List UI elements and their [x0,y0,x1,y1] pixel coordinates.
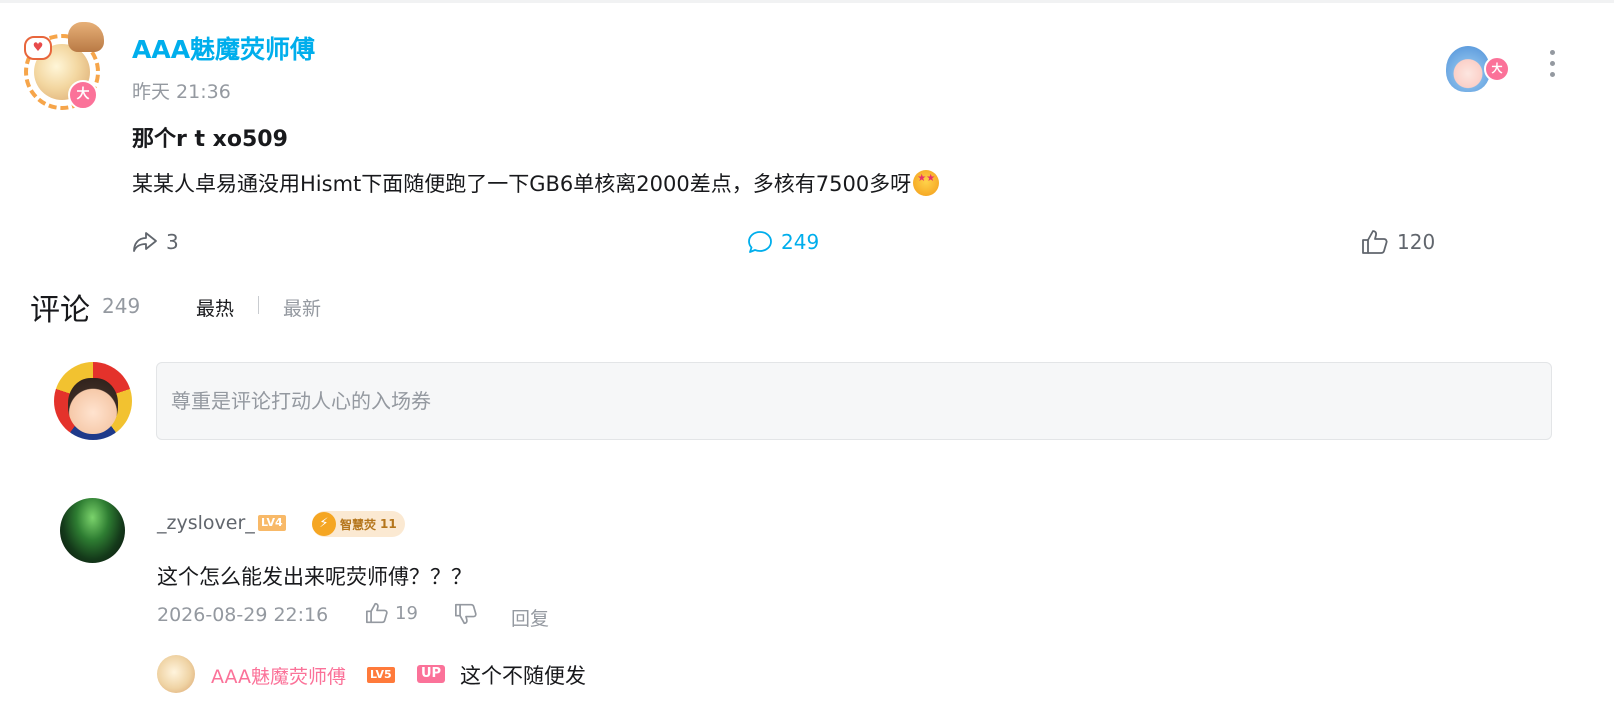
star-eyes-emoji-icon [913,170,940,196]
sort-hot-tab[interactable]: 最热 [196,294,234,321]
heart-icon: ♥ [24,36,52,60]
post-body-text: 某某人卓易通没用Hismt下面随便跑了一下GB6单核离2000差点，多核有750… [132,172,912,196]
reply-button[interactable]: 回复 [511,604,549,631]
sort-new-tab[interactable]: 最新 [283,294,321,321]
vip-badge: 大 [68,80,98,110]
thumbs-up-icon [365,602,388,624]
fan-decoration[interactable]: 大 [1436,40,1510,96]
post-title: 那个r t xo509 [132,127,288,152]
avatar-pendant-decoration [68,22,104,52]
medal-name: 智慧荧 [340,517,377,532]
like-count: 120 [1397,230,1436,254]
thumbs-down-icon [454,603,477,625]
comment-input[interactable] [156,362,1552,440]
comment-count: 249 [781,230,820,254]
comment-dislike-button[interactable] [454,603,478,629]
comments-count: 249 [102,294,141,318]
reply-text: 这个不随便发 [460,664,586,688]
comment-time: 2026-08-29 22:16 [157,604,329,626]
comment-text: 这个怎么能发出来呢荧师傅？？？ [157,565,472,589]
post-time: 昨天 21:36 [132,81,231,103]
comment-button[interactable]: 249 [747,228,819,256]
reply-author-avatar[interactable] [157,655,195,693]
fan-medal[interactable]: ⚡ 智慧荧 11 [312,511,405,537]
level-badge: LV4 [258,515,286,531]
decoration-vip-badge: 大 [1484,56,1510,82]
commenter-avatar[interactable] [60,498,125,563]
like-button[interactable]: 120 [1361,228,1435,256]
comment-icon [748,231,772,253]
lightning-icon: ⚡ [312,512,336,536]
more-options-icon[interactable] [1546,50,1558,80]
up-badge: UP [417,665,446,683]
comments-title: 评论 [30,293,90,328]
share-count: 3 [166,230,179,254]
post-body: 某某人卓易通没用Hismt下面随便跑了一下GB6单核离2000差点，多核有750… [132,168,940,198]
comment-like-count: 19 [395,602,418,624]
author-avatar[interactable]: ♥ 大 [20,20,104,110]
thumbs-up-icon [1362,230,1388,254]
current-user-avatar-face [68,378,118,434]
reply-level-badge: LV5 [367,667,395,683]
comment-like-button[interactable]: 19 [365,602,418,624]
share-icon [133,232,157,252]
reply-fade-overlay [1040,648,1614,720]
sort-divider [258,296,259,314]
current-user-avatar[interactable] [54,362,132,440]
share-button[interactable]: 3 [132,228,179,256]
reply-author-name[interactable]: AAA魅魔荧师傅 [211,662,346,689]
author-name[interactable]: AAA魅魔荧师傅 [132,30,315,66]
commenter-name[interactable]: _zyslover_ [157,512,255,534]
top-divider [0,0,1614,3]
medal-level: 11 [380,517,397,531]
